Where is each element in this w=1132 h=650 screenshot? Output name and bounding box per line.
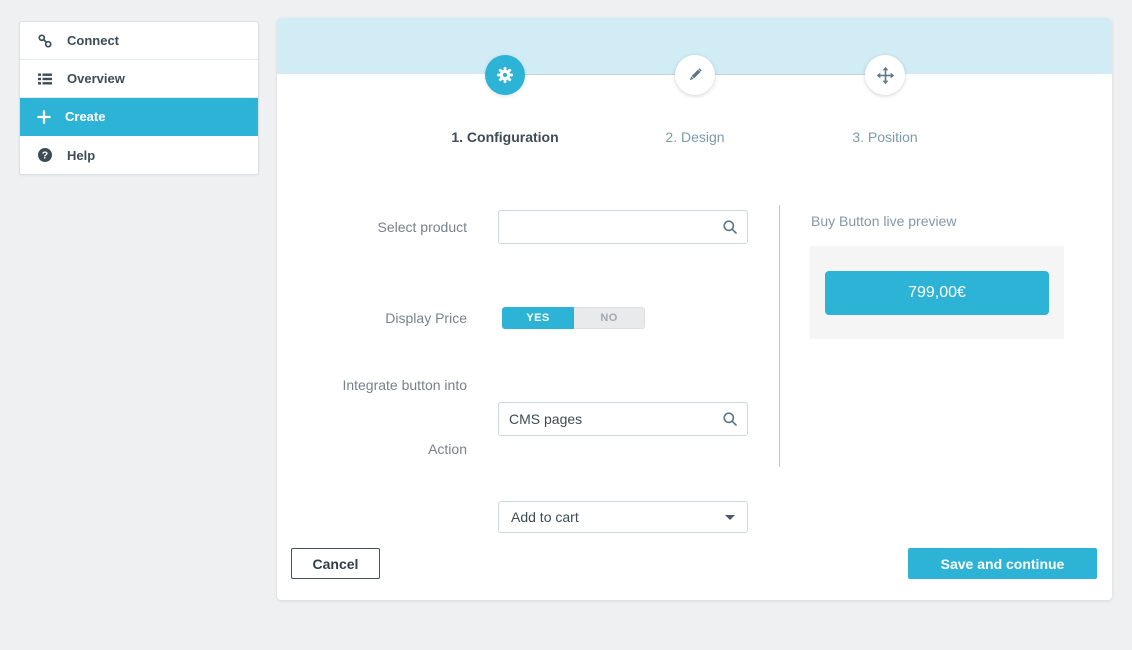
- action-label: Action: [277, 433, 467, 465]
- action-selected-value: Add to cart: [511, 509, 579, 525]
- step-circle-design[interactable]: [675, 55, 715, 95]
- create-wizard-panel: 1. Configuration 2. Design 3. Position S…: [277, 18, 1112, 600]
- sidebar-item-connect[interactable]: Connect: [20, 22, 258, 60]
- select-product-input[interactable]: [498, 210, 748, 244]
- link-icon: [37, 33, 53, 49]
- display-price-toggle: YES NO: [502, 307, 645, 329]
- sidebar-item-overview[interactable]: Overview: [20, 60, 258, 98]
- move-icon: [876, 66, 895, 85]
- sidebar: Connect Overview Create ? Help: [19, 21, 259, 175]
- cancel-button[interactable]: Cancel: [291, 548, 380, 579]
- form-preview-divider: [779, 205, 780, 467]
- display-price-no[interactable]: NO: [574, 307, 645, 329]
- display-price-yes[interactable]: YES: [502, 307, 574, 329]
- plus-icon: [37, 110, 51, 124]
- buy-button-preview[interactable]: 799,00€: [825, 271, 1049, 315]
- pencil-icon: [686, 66, 704, 84]
- step-circle-configuration[interactable]: [485, 55, 525, 95]
- sidebar-item-help[interactable]: ? Help: [20, 136, 258, 174]
- live-preview-box: 799,00€: [810, 246, 1064, 339]
- action-select[interactable]: Add to cart: [498, 501, 748, 533]
- gear-icon: [495, 65, 515, 85]
- caret-down-icon: [725, 515, 735, 520]
- save-and-continue-button[interactable]: Save and continue: [908, 548, 1097, 579]
- sidebar-item-label: Connect: [67, 33, 119, 48]
- live-preview-title: Buy Button live preview: [811, 213, 957, 229]
- svg-text:?: ?: [42, 150, 48, 162]
- step-label-design[interactable]: 2. Design: [665, 129, 724, 145]
- step-circle-position[interactable]: [865, 55, 905, 95]
- step-label-position[interactable]: 3. Position: [852, 129, 917, 145]
- help-icon: ?: [37, 147, 53, 163]
- display-price-label: Display Price: [277, 301, 467, 335]
- step-label-configuration[interactable]: 1. Configuration: [451, 129, 558, 145]
- sidebar-item-label: Overview: [67, 71, 125, 86]
- sidebar-item-label: Help: [67, 148, 95, 163]
- select-product-label: Select product: [277, 210, 467, 244]
- sidebar-item-create[interactable]: Create: [20, 98, 258, 136]
- integrate-into-input[interactable]: [498, 402, 748, 436]
- sidebar-item-label: Create: [65, 109, 105, 124]
- overview-icon: [37, 71, 53, 87]
- integrate-into-label: Integrate button into: [337, 365, 467, 405]
